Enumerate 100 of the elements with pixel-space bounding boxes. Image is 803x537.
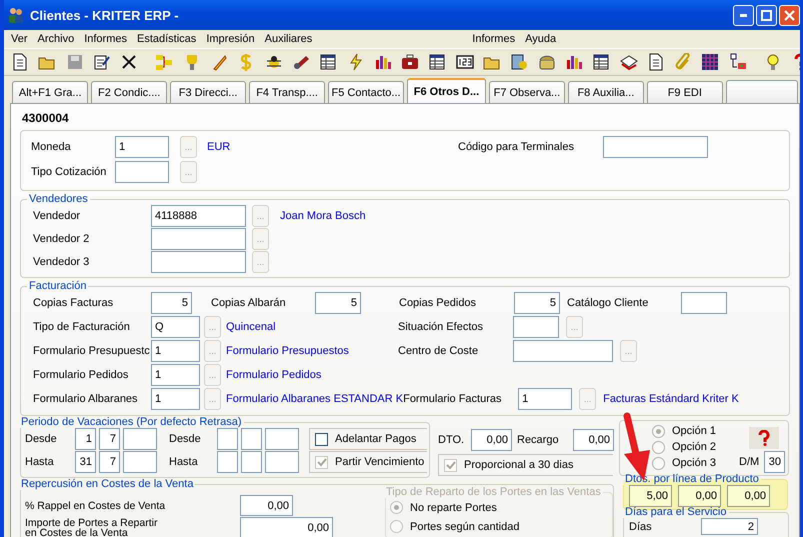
number-field[interactable]: 5 <box>315 292 361 314</box>
number-field[interactable]: 2 <box>701 518 758 535</box>
checkbox[interactable] <box>315 432 328 446</box>
radio-label: Opción 1 <box>672 425 716 437</box>
number-icon[interactable] <box>456 53 474 71</box>
day-field[interactable]: 31 <box>75 451 96 473</box>
text-field[interactable] <box>513 316 559 338</box>
menu-item[interactable]: Ver <box>6 33 33 45</box>
checkbox-label: Proporcional a 30 dias <box>464 459 574 471</box>
text-field[interactable] <box>151 228 246 250</box>
number-field[interactable] <box>681 292 727 314</box>
briefcase-icon[interactable] <box>401 53 420 71</box>
number-field[interactable]: 5,00 <box>629 485 672 507</box>
paperclip-icon[interactable] <box>674 53 692 71</box>
calendar-icon[interactable] <box>592 53 610 71</box>
tab[interactable]: Alt+F1 Gra... <box>12 81 88 103</box>
text-field[interactable]: 1 <box>518 388 572 410</box>
field-label: Hasta <box>169 456 199 468</box>
number-field[interactable]: 5 <box>514 292 560 314</box>
text-field[interactable]: Q <box>151 316 200 338</box>
radio-button[interactable] <box>652 440 665 454</box>
year-field[interactable] <box>123 428 157 450</box>
text-field[interactable] <box>115 161 169 183</box>
month-field[interactable]: 7 <box>99 428 120 450</box>
number-field[interactable]: 0,00 <box>678 485 721 507</box>
day-field[interactable] <box>217 451 238 473</box>
save-icon[interactable] <box>66 53 84 71</box>
year-field[interactable] <box>123 451 157 473</box>
document-icon[interactable] <box>646 53 665 71</box>
list-icon[interactable] <box>428 53 446 71</box>
text-field[interactable]: 1 <box>151 340 200 362</box>
tab[interactable]: F8 Auxilia... <box>568 81 644 103</box>
field-label: Catálogo Cliente <box>567 297 650 309</box>
tab[interactable]: F9 EDI <box>646 81 724 103</box>
text-field[interactable] <box>603 136 708 158</box>
window-title: Clientes - KRITER ERP - <box>30 8 179 22</box>
table-icon[interactable] <box>319 53 338 71</box>
number-field[interactable]: 0,00 <box>240 517 333 537</box>
day-field[interactable]: 1 <box>75 428 96 450</box>
year-field[interactable] <box>265 428 299 450</box>
field-label: Vendedor <box>33 210 82 222</box>
tab[interactable]: F6 Otros D... <box>406 78 486 103</box>
tab[interactable]: F2 Condic.... <box>90 81 168 103</box>
lookup-link[interactable]: Formulario Presupuestos <box>226 345 398 357</box>
maximize-button[interactable] <box>756 4 777 26</box>
day-field[interactable] <box>217 428 238 450</box>
diagram-icon[interactable] <box>155 53 174 71</box>
text-field[interactable] <box>513 340 613 362</box>
menu-item[interactable]: Auxiliares <box>260 33 318 45</box>
close-button[interactable] <box>779 4 800 26</box>
text-field[interactable]: 1 <box>151 388 200 410</box>
edit-icon[interactable] <box>92 53 111 71</box>
delete-icon[interactable] <box>120 53 138 71</box>
tree-icon[interactable] <box>728 53 747 71</box>
radio-button[interactable] <box>652 456 665 470</box>
field-label: Situación Efectos <box>398 321 484 333</box>
field-label: Vendedor 3 <box>33 256 90 268</box>
new-document-icon[interactable] <box>11 53 29 71</box>
tab[interactable]: F7 Observa... <box>488 81 566 103</box>
number-field[interactable]: 0,00 <box>240 495 293 516</box>
help-icon <box>757 430 771 446</box>
section-title: Repercusión en Costes de la Venta <box>20 478 194 490</box>
tab[interactable]: F4 Transp.... <box>248 81 326 103</box>
minimize-button[interactable] <box>733 4 754 26</box>
lookup-link[interactable]: Quincenal <box>226 321 398 333</box>
text-field[interactable] <box>151 251 246 273</box>
menu-item[interactable]: Impresión <box>201 33 260 45</box>
menu-item[interactable]: Informes <box>79 33 132 45</box>
month-field[interactable] <box>241 428 262 450</box>
tab[interactable]: F5 Contacto... <box>328 81 404 103</box>
book-icon[interactable] <box>620 53 638 71</box>
menu-item[interactable]: Informes <box>467 33 520 45</box>
lookup-link[interactable]: EUR <box>207 141 458 153</box>
radio-button[interactable] <box>652 424 665 438</box>
month-field[interactable] <box>241 451 262 473</box>
number-field[interactable]: 0,00 <box>471 429 512 451</box>
text-field[interactable]: 4118888 <box>151 205 246 227</box>
number-field[interactable]: 5 <box>151 292 192 314</box>
lookup-link[interactable]: Formulario Albaranes ESTANDAR K <box>226 393 404 405</box>
field-label: Hasta <box>25 456 55 468</box>
field-label: Recargo <box>517 434 560 446</box>
menu-item[interactable]: Archivo <box>32 33 80 45</box>
chart-icon[interactable] <box>564 53 583 71</box>
close-icon <box>784 10 795 20</box>
number-field[interactable]: 0,00 <box>727 485 770 507</box>
month-field[interactable]: 7 <box>99 451 120 473</box>
lookup-link[interactable]: Joan Mora Bosch <box>280 210 366 222</box>
menu-item[interactable]: Ayuda <box>520 33 562 45</box>
grid-icon[interactable] <box>701 53 720 71</box>
tab[interactable]: F3 Direcci... <box>170 81 246 103</box>
lookup-link[interactable]: Facturas Estándard Kriter K <box>603 393 739 405</box>
text-field[interactable]: 1 <box>115 136 169 158</box>
year-field[interactable] <box>265 451 299 473</box>
number-field[interactable]: 30 <box>764 451 785 473</box>
help-button[interactable] <box>749 427 779 449</box>
bar-chart-icon[interactable] <box>374 53 392 71</box>
menu-item[interactable]: Estadísticas <box>132 33 202 45</box>
number-field[interactable]: 0,00 <box>573 429 614 451</box>
text-field[interactable]: 1 <box>151 364 200 386</box>
lookup-link[interactable]: Formulario Pedidos <box>226 369 398 381</box>
